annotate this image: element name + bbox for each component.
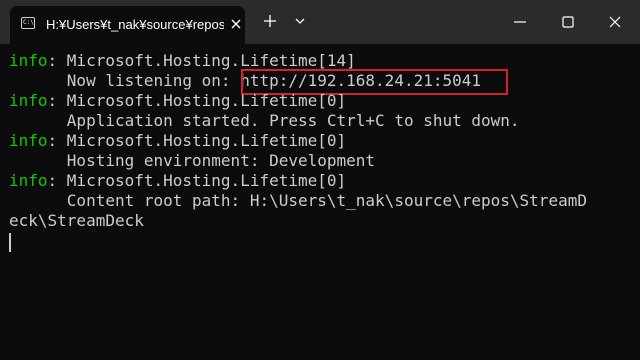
title-bar: C:\ H:¥Users¥t_nak¥source¥repos [0, 0, 640, 44]
chevron-down-icon[interactable] [293, 14, 307, 28]
close-icon[interactable] [608, 15, 622, 29]
terminal-icon: C:\ [21, 17, 35, 29]
close-icon[interactable] [229, 17, 243, 31]
log-level: info [9, 171, 48, 190]
log-text: Now listening on: [9, 71, 241, 90]
terminal-output[interactable]: info: Microsoft.Hosting.Lifetime[14] Now… [0, 44, 640, 360]
maximize-icon[interactable] [561, 15, 575, 29]
log-line: Application started. Press Ctrl+C to shu… [9, 111, 520, 131]
text-cursor [9, 233, 11, 252]
log-text: : Microsoft.Hosting.Lifetime[14] [47, 51, 356, 70]
log-line: info: Microsoft.Hosting.Lifetime[0] [9, 91, 346, 111]
log-line: Hosting environment: Development [9, 151, 375, 171]
log-text: : Microsoft.Hosting.Lifetime[0] [47, 131, 347, 150]
log-line: Content root path: H:\Users\t_nak\source… [9, 191, 587, 211]
log-line: info: Microsoft.Hosting.Lifetime[0] [9, 131, 346, 151]
log-line: info: Microsoft.Hosting.Lifetime[14] [9, 51, 356, 71]
log-text: : Microsoft.Hosting.Lifetime[0] [47, 171, 347, 190]
log-level: info [9, 91, 48, 110]
minimize-icon[interactable] [513, 15, 527, 29]
terminal-tab[interactable]: C:\ H:¥Users¥t_nak¥source¥repos [10, 6, 245, 44]
log-text: eck\StreamDeck [9, 211, 144, 230]
log-text: Application started. Press Ctrl+C to shu… [9, 111, 520, 130]
log-text: Content root path: H:\Users\t_nak\source… [9, 191, 587, 210]
log-level: info [9, 131, 48, 150]
log-line: eck\StreamDeck [9, 211, 144, 231]
log-level: info [9, 51, 48, 70]
log-text: : Microsoft.Hosting.Lifetime[0] [47, 91, 347, 110]
log-line: info: Microsoft.Hosting.Lifetime[0] [9, 171, 346, 191]
tab-title: H:¥Users¥t_nak¥source¥repos [46, 17, 224, 32]
log-text: Hosting environment: Development [9, 151, 376, 170]
plus-icon[interactable] [262, 13, 278, 29]
